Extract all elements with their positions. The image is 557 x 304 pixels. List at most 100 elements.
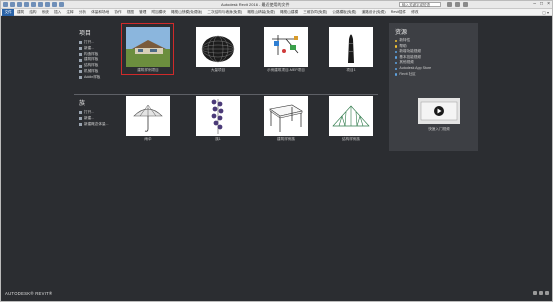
redo-icon[interactable] — [31, 2, 36, 7]
tower-model-icon — [348, 34, 354, 63]
bullet-icon — [395, 67, 398, 70]
template-icon — [79, 52, 82, 56]
dome-wireframe-icon — [201, 35, 235, 63]
template-icon — [79, 70, 82, 74]
mep-piping-icon — [272, 35, 299, 55]
resource-community[interactable]: Revit 社区 — [395, 72, 431, 78]
tab-systems[interactable]: 系统 — [39, 9, 51, 16]
ribbon-minimize-toggle[interactable]: ▢ ▾ — [542, 10, 549, 15]
bullet-icon — [395, 73, 398, 76]
tab-plugin-8[interactable]: Revit插件 — [388, 9, 409, 16]
projects-links: 打开... 新建... 构造样板 建筑样板 结构样板 机械样板 Addin样板 — [79, 40, 100, 81]
template-icon — [79, 58, 82, 62]
project-thumb-dome[interactable] — [196, 27, 240, 67]
search-input[interactable]: 输入关键字或短语 — [399, 2, 441, 7]
umbrella-icon — [133, 104, 163, 132]
tab-plugin-1[interactable]: 橄榄山快模(免费版) — [168, 9, 204, 16]
family-label-table[interactable]: 建筑样例族 — [256, 137, 316, 142]
table-icon — [269, 104, 303, 132]
new-file-icon — [79, 117, 82, 121]
open-folder-icon — [79, 41, 82, 45]
tab-annotate[interactable]: 注释 — [64, 9, 76, 16]
tab-plugin-5[interactable]: 三维协同(免费) — [301, 9, 330, 16]
project-thumb-tower[interactable] — [329, 27, 373, 67]
minimize-icon[interactable]: – — [533, 1, 536, 8]
project-thumb-mep[interactable] — [264, 27, 308, 67]
status-bar-icons — [533, 291, 549, 295]
quick-start-video-label[interactable]: 快速入门视频 — [418, 127, 460, 132]
revit-recent-files-window: Autodesk Revit 2016 - 最近使用的文件 输入关键字或短语 –… — [0, 0, 553, 302]
video-thumbnail-icon — [418, 98, 460, 124]
tab-structure[interactable]: 结构 — [27, 9, 39, 16]
maximize-icon[interactable]: □ — [540, 1, 543, 8]
measure-icon[interactable] — [45, 2, 50, 7]
undo-icon[interactable] — [24, 2, 29, 7]
tab-plugin-7[interactable]: 道路设计(免费) — [359, 9, 388, 16]
column-of-spheres-icon — [211, 99, 224, 134]
save-icon[interactable] — [17, 2, 22, 7]
window-title: Autodesk Revit 2016 - 最近使用的文件 — [221, 2, 290, 7]
help-icon[interactable] — [463, 2, 468, 7]
window-controls: – □ × — [533, 1, 550, 8]
design-options-icon[interactable] — [545, 291, 549, 295]
project-label-dome[interactable]: 大量项目 — [188, 68, 248, 73]
family-label-truss[interactable]: 结构样例族 — [321, 137, 381, 142]
user-icon[interactable] — [455, 2, 460, 7]
tab-plugin-3[interactable]: 橄榄山精装(免费) — [245, 9, 278, 16]
tab-view[interactable]: 视图 — [124, 9, 136, 16]
filter-icon[interactable] — [533, 291, 537, 295]
worksets-icon[interactable] — [539, 291, 543, 295]
app-menu-icon[interactable] — [3, 2, 8, 7]
resources-panel: 资源 新特性 帮助 新增功能视频 基本技能视频 其他视频 Autodesk Ap… — [389, 23, 478, 151]
infocenter-toolbar — [447, 2, 468, 7]
new-file-icon — [79, 47, 82, 51]
tab-addins[interactable]: 附加模块 — [149, 9, 169, 16]
ribbon-tabs: 文件 建筑 结构 系统 插入 注释 分析 体量和场地 协作 视图 管理 附加模块… — [1, 8, 552, 16]
print-icon[interactable] — [38, 2, 43, 7]
family-label-umbrella[interactable]: 雨伞 — [118, 137, 178, 142]
project-label-house[interactable]: 建筑样例项目 — [118, 68, 178, 73]
tab-manage[interactable]: 管理 — [137, 9, 149, 16]
family-thumb-spheres[interactable] — [196, 96, 240, 136]
search-icon[interactable] — [447, 2, 452, 7]
bullet-icon — [395, 39, 398, 42]
mass-icon — [79, 122, 82, 126]
tab-insert[interactable]: 插入 — [52, 9, 64, 16]
resources-title: 资源 — [395, 30, 408, 36]
projects-title: 项目 — [79, 31, 92, 37]
bullet-icon — [395, 45, 398, 48]
project-label-mep[interactable]: 示例建筑项目-MEP项目 — [256, 68, 316, 73]
tab-modify[interactable]: 修改 — [409, 9, 421, 16]
close-icon[interactable]: × — [547, 1, 550, 8]
open-icon[interactable] — [10, 2, 15, 7]
tab-plugin-2[interactable]: 二次结构与墙身(免费) — [205, 9, 245, 16]
section-divider — [74, 94, 378, 95]
autodesk-revit-logo: AUTODESK® REVIT® — [5, 291, 53, 296]
families-title: 族 — [79, 101, 86, 107]
bullet-icon — [395, 56, 398, 59]
tab-plugin-4[interactable]: 橄榄山建模 — [278, 9, 301, 16]
project-thumb-house[interactable] — [126, 27, 170, 67]
quick-access-toolbar — [3, 2, 64, 7]
tab-plugin-6[interactable]: 公路模板(免费) — [330, 9, 359, 16]
tab-architecture[interactable]: 建筑 — [14, 9, 26, 16]
new-conceptual-mass-link[interactable]: 新建概念体量... — [79, 122, 109, 128]
tab-analyze[interactable]: 分析 — [76, 9, 88, 16]
family-label-spheres[interactable]: 族1 — [188, 137, 248, 142]
family-thumb-table[interactable] — [264, 96, 308, 136]
3d-view-icon[interactable] — [59, 2, 64, 7]
template-icon — [79, 76, 82, 80]
addin-template-link[interactable]: Addin样板 — [79, 75, 100, 81]
quick-start-video-thumb[interactable] — [418, 98, 460, 124]
tab-massing[interactable]: 体量和场地 — [89, 9, 112, 16]
tab-file[interactable]: 文件 — [2, 8, 15, 16]
family-thumb-umbrella[interactable] — [126, 96, 170, 136]
family-thumb-truss[interactable] — [329, 96, 373, 136]
bullet-icon — [395, 61, 398, 65]
project-label-tower[interactable]: 项目1 — [321, 68, 381, 73]
bullet-icon — [395, 50, 398, 54]
open-folder-icon — [79, 111, 82, 115]
house-photo-icon — [126, 27, 170, 67]
text-icon[interactable] — [52, 2, 57, 7]
tab-collaborate[interactable]: 协作 — [112, 9, 124, 16]
